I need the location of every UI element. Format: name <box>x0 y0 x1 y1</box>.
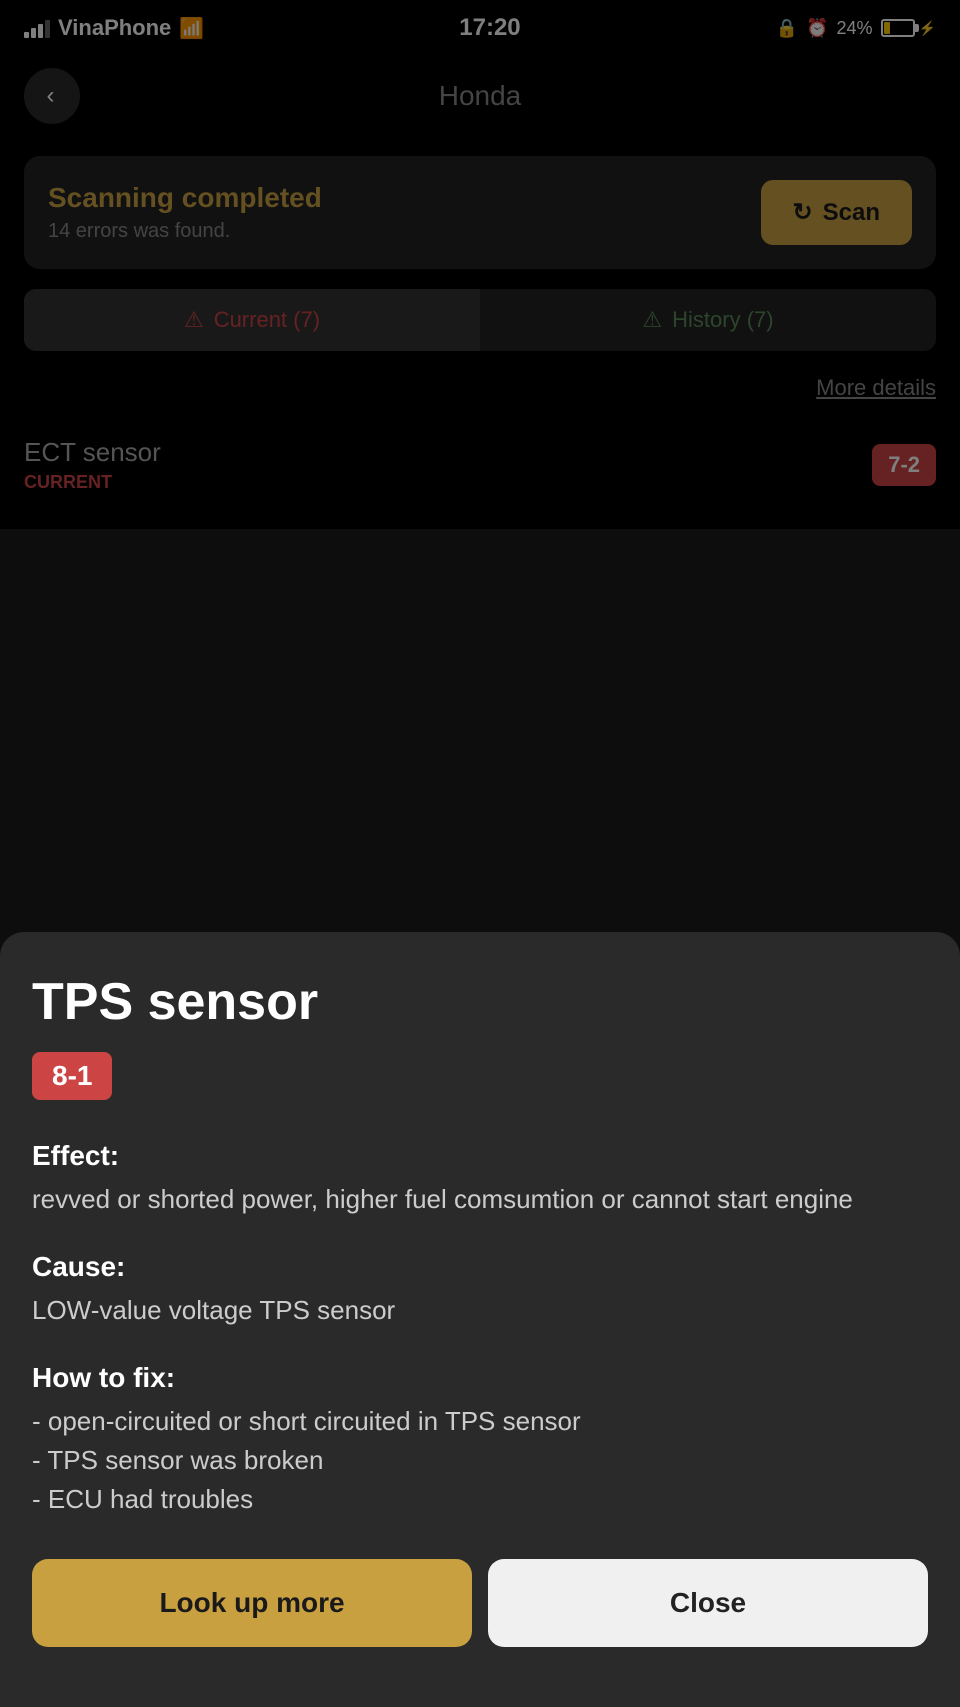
bottom-sheet: TPS sensor 8-1 Effect: revved or shorted… <box>0 932 960 1707</box>
sheet-effect-label: Effect: <box>32 1140 928 1172</box>
sheet-fix-label: How to fix: <box>32 1362 928 1394</box>
sheet-code-badge: 8-1 <box>32 1052 112 1100</box>
sheet-effect-text: revved or shorted power, higher fuel com… <box>32 1180 928 1219</box>
sheet-fix-section: How to fix: - open-circuited or short ci… <box>32 1362 928 1519</box>
sheet-sensor-title: TPS sensor <box>32 972 928 1032</box>
sheet-cause-section: Cause: LOW-value voltage TPS sensor <box>32 1251 928 1330</box>
sheet-cause-label: Cause: <box>32 1251 928 1283</box>
close-button[interactable]: Close <box>488 1559 928 1647</box>
sheet-buttons: Look up more Close <box>32 1559 928 1647</box>
lookup-button[interactable]: Look up more <box>32 1559 472 1647</box>
sheet-effect-section: Effect: revved or shorted power, higher … <box>32 1140 928 1219</box>
sheet-cause-text: LOW-value voltage TPS sensor <box>32 1291 928 1330</box>
sheet-fix-text: - open-circuited or short circuited in T… <box>32 1402 928 1519</box>
